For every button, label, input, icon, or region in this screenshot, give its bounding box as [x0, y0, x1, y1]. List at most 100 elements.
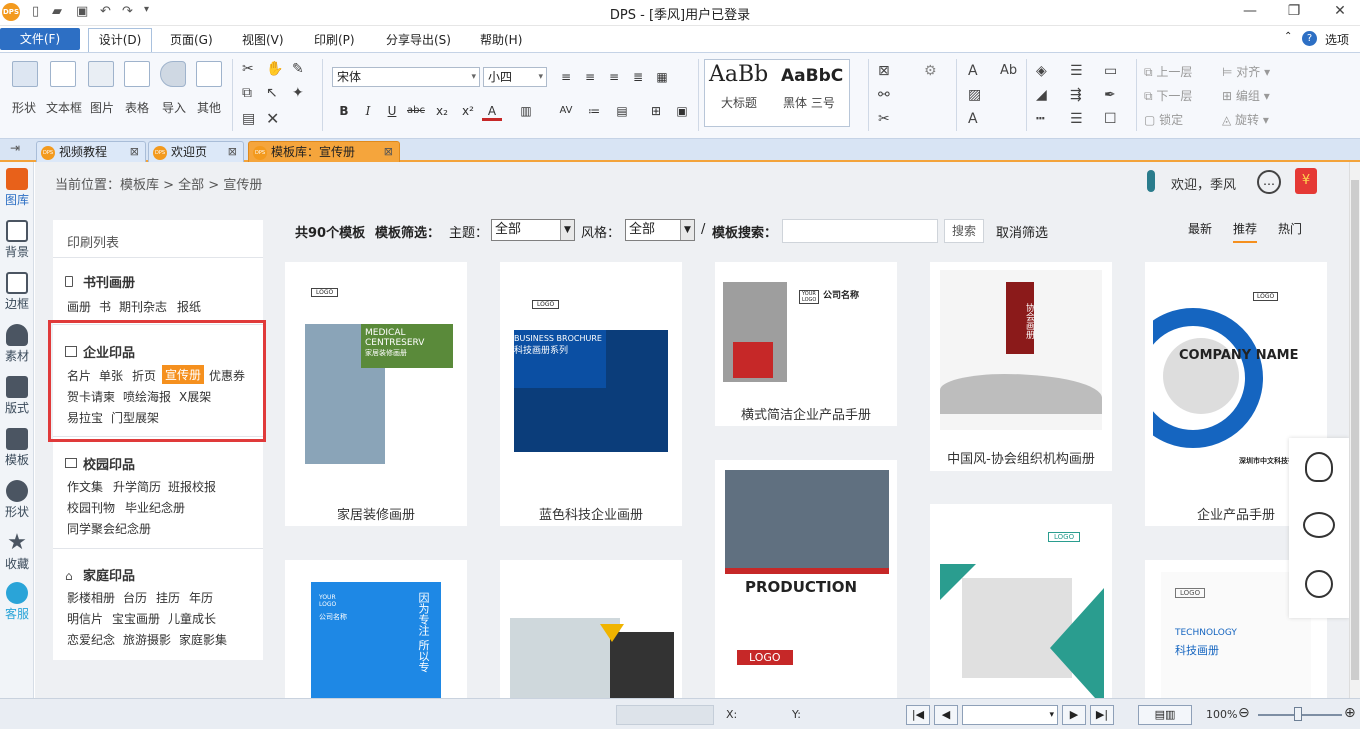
italic-icon[interactable]: I	[358, 101, 378, 121]
line-color-icon[interactable]: ◢	[1036, 87, 1047, 103]
textbox-icon[interactable]	[50, 61, 76, 87]
menu-file[interactable]: 文件(F)	[0, 28, 80, 50]
other-label[interactable]: 其他	[197, 99, 221, 116]
next-page-icon[interactable]: ▶	[1062, 705, 1086, 725]
category-item[interactable]: 报纸	[177, 298, 201, 315]
paragraph-icon[interactable]: ▤	[612, 101, 632, 121]
style-select[interactable]: 全部 ▼	[625, 219, 695, 241]
template-card[interactable]: LOGO BUSINESS BROCHURE 科技画册系列 蓝色科技企业画册	[500, 262, 682, 526]
font-size-select[interactable]: 小四 ▾	[483, 67, 547, 87]
nav-shape[interactable]: 形状	[0, 480, 34, 520]
category-group-books[interactable]: 书刊画册	[83, 272, 135, 291]
wechat-icon[interactable]	[1303, 512, 1335, 538]
line-spacing-icon[interactable]: ≔	[584, 101, 604, 121]
tab-welcome[interactable]: DPS 欢迎页 ⊠	[148, 141, 244, 162]
crop-icon[interactable]: ⊠	[878, 63, 890, 79]
close-tab-icon[interactable]: ⊠	[228, 142, 237, 162]
text-tool-icon[interactable]: A	[968, 63, 978, 79]
line-style-icon[interactable]: ┅	[1036, 111, 1044, 127]
category-item[interactable]: 升学简历	[113, 478, 161, 495]
lock-button[interactable]: ▢ 锁定	[1144, 111, 1183, 128]
border-box-icon[interactable]: ☐	[1104, 111, 1117, 127]
copy-icon[interactable]: ⧉	[242, 85, 252, 101]
list-icon[interactable]: ☰	[1070, 63, 1083, 79]
category-item[interactable]: 家庭影集	[179, 631, 227, 648]
nav-background[interactable]: 背景	[0, 220, 34, 260]
qq-icon[interactable]	[1305, 452, 1333, 482]
zoom-out-icon[interactable]: ⊖	[1238, 705, 1250, 721]
template-card[interactable]: YOUR LOGO 公司名称 横式简洁企业产品手册	[715, 262, 897, 426]
menu-help[interactable]: 帮助(H)	[480, 31, 522, 48]
superscript-icon[interactable]: x²	[458, 101, 478, 121]
justify-icon[interactable]: ≣	[628, 67, 648, 87]
first-page-icon[interactable]: |◀	[906, 705, 930, 725]
close-tab-icon[interactable]: ⊠	[384, 142, 393, 162]
red-envelope-icon[interactable]: ¥	[1295, 168, 1317, 194]
strikethrough-icon[interactable]: abc	[406, 101, 426, 121]
line-weight-icon[interactable]: ☰	[1070, 111, 1083, 127]
maximize-button[interactable]: ❐	[1284, 3, 1304, 19]
text-effect-icon[interactable]: A	[968, 111, 978, 127]
category-item[interactable]: 作文集	[67, 478, 103, 495]
category-item[interactable]: 期刊杂志	[119, 298, 167, 315]
category-group-campus[interactable]: 校园印品	[83, 454, 135, 473]
last-page-icon[interactable]: ▶|	[1090, 705, 1114, 725]
import-label[interactable]: 导入	[162, 99, 186, 116]
bold-icon[interactable]: B	[334, 101, 354, 121]
eyedropper-icon[interactable]: ✒	[1104, 87, 1116, 103]
sort-recommended[interactable]: 推荐	[1233, 220, 1258, 243]
category-item[interactable]: 影楼相册	[67, 589, 115, 606]
view-mode-icon[interactable]: ▤▥	[1138, 705, 1192, 725]
style-gallery[interactable]: AaBb 大标题 AaBbC 黑体 三号	[704, 59, 850, 127]
template-search-input[interactable]	[782, 219, 938, 243]
hand-icon[interactable]: ✋	[266, 61, 283, 77]
nav-gallery[interactable]: 图库	[0, 168, 34, 208]
image-label[interactable]: 图片	[90, 99, 114, 116]
template-card[interactable]	[500, 560, 682, 698]
menu-print[interactable]: 印刷(P)	[314, 31, 355, 48]
font-color-icon[interactable]: A	[482, 101, 502, 121]
settings-gear-icon[interactable]: ⚙	[924, 63, 937, 79]
magic-wand-icon[interactable]: ✦	[292, 85, 304, 101]
shape-label[interactable]: 形状	[12, 99, 36, 116]
template-card[interactable]: LOGO MEDICAL CENTRESERV 家居装修画册 家居装修画册	[285, 262, 467, 526]
nav-template[interactable]: 模板	[0, 428, 34, 468]
sort-newest[interactable]: 最新	[1188, 220, 1212, 237]
align-button[interactable]: ⊨ 对齐 ▾	[1222, 63, 1270, 80]
category-item[interactable]: 画册	[67, 298, 91, 315]
category-item[interactable]: 旅游摄影	[123, 631, 171, 648]
arrow-style-icon[interactable]: ⇶	[1070, 87, 1082, 103]
unlink-icon[interactable]: ✂	[878, 111, 890, 127]
align-right-icon[interactable]: ≡	[604, 67, 624, 87]
table-icon[interactable]	[124, 61, 150, 87]
shadow-icon[interactable]: ▭	[1104, 63, 1117, 79]
cut-icon[interactable]: ✂	[242, 61, 254, 77]
template-card[interactable]: YOUR LOGO 公司名称 因为专注 所以专	[285, 560, 467, 698]
text-wrap-icon[interactable]: Ab	[1000, 63, 1017, 78]
close-button[interactable]: ✕	[1330, 3, 1350, 19]
minimize-button[interactable]: —	[1240, 3, 1260, 19]
search-button[interactable]: 搜索	[944, 219, 984, 243]
tab-video-tutorial[interactable]: DPS 视频教程 ⊠	[36, 141, 146, 162]
font-name-select[interactable]: 宋体 ▾	[332, 67, 480, 87]
category-item[interactable]: 宝宝画册	[112, 610, 160, 627]
scrollbar-thumb[interactable]	[1351, 180, 1359, 680]
menu-share-export[interactable]: 分享导出(S)	[386, 31, 451, 48]
template-card[interactable]: 协会画册 中国风-协会组织机构画册	[930, 262, 1112, 471]
link-icon[interactable]: ⚯	[878, 87, 890, 103]
distribute-icon[interactable]: ▦	[652, 67, 672, 87]
align-center-icon[interactable]: ≡	[580, 67, 600, 87]
category-group-family[interactable]: 家庭印品	[83, 565, 135, 584]
paste-icon[interactable]: ▤	[242, 111, 255, 127]
template-card[interactable]: LOGO	[930, 504, 1112, 698]
category-item[interactable]: 儿童成长	[168, 610, 216, 627]
send-backward-button[interactable]: ⧉ 下一层	[1144, 87, 1192, 104]
import-icon[interactable]	[160, 61, 186, 87]
bring-forward-button[interactable]: ⧉ 上一层	[1144, 63, 1192, 80]
prev-page-icon[interactable]: ◀	[934, 705, 958, 725]
image-icon[interactable]	[88, 61, 114, 87]
category-item[interactable]: 毕业纪念册	[125, 499, 185, 516]
options-menu[interactable]: 选项	[1325, 31, 1349, 48]
theme-select[interactable]: 全部 ▼	[491, 219, 575, 241]
page-select[interactable]: ▾	[962, 705, 1058, 725]
